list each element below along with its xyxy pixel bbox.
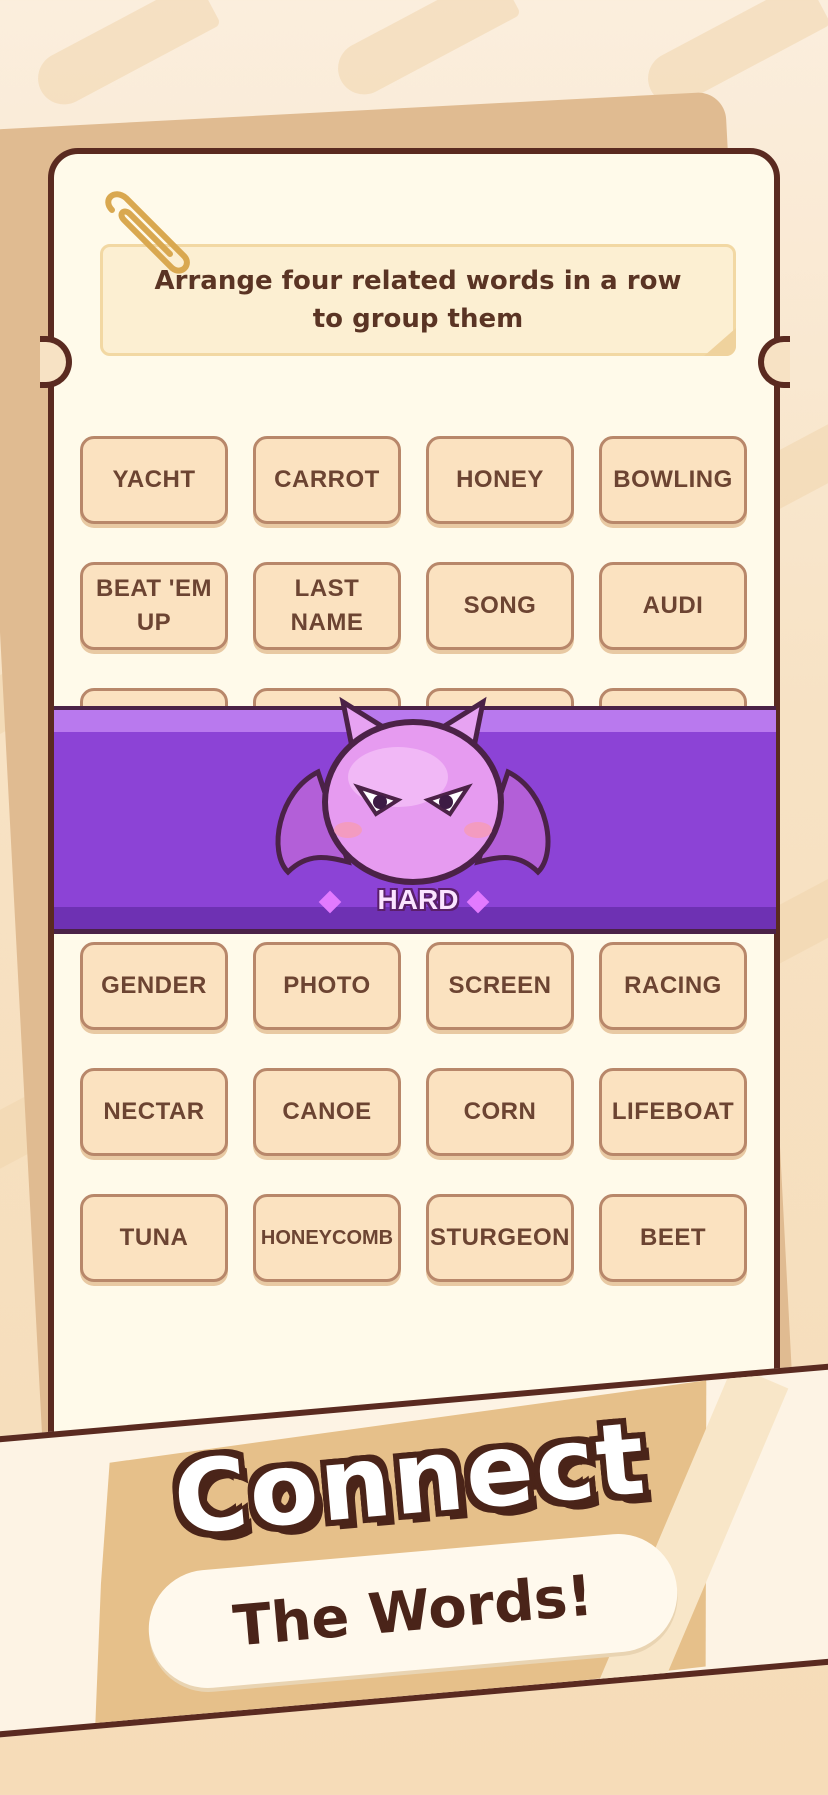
- word-tile[interactable]: PHOTO: [253, 942, 401, 1030]
- word-tile[interactable]: BEAT 'EM UP: [80, 562, 228, 650]
- word-tile[interactable]: BEET: [599, 1194, 747, 1282]
- word-tile[interactable]: HONEY: [426, 436, 574, 524]
- word-tile[interactable]: NECTAR: [80, 1068, 228, 1156]
- instruction-text: Arrange four related words in a row to g…: [154, 266, 682, 334]
- word-tile[interactable]: BOWLING: [599, 436, 747, 524]
- note-folded-corner: [704, 328, 736, 356]
- word-tile[interactable]: STURGEON: [426, 1194, 574, 1282]
- word-tile[interactable]: RACING: [599, 942, 747, 1030]
- difficulty-label: HARD: [377, 884, 459, 915]
- word-tile[interactable]: CORN: [426, 1068, 574, 1156]
- word-tile[interactable]: LIFEBOAT: [599, 1068, 747, 1156]
- word-tile[interactable]: HONEYCOMB: [253, 1194, 401, 1282]
- word-tile[interactable]: YACHT: [80, 436, 228, 524]
- word-tile[interactable]: SCREEN: [426, 942, 574, 1030]
- promo-subtitle: The Words!: [230, 1562, 596, 1660]
- word-tile[interactable]: TUNA: [80, 1194, 228, 1282]
- paperclip-icon: [105, 191, 190, 274]
- word-tile[interactable]: GENDER: [80, 942, 228, 1030]
- word-tile[interactable]: CARROT: [253, 436, 401, 524]
- instruction-note: Arrange four related words in a row to g…: [100, 244, 736, 356]
- word-tile[interactable]: SONG: [426, 562, 574, 650]
- word-tile[interactable]: CANOE: [253, 1068, 401, 1156]
- word-tile[interactable]: LAST NAME: [253, 562, 401, 650]
- word-tile[interactable]: AUDI: [599, 562, 747, 650]
